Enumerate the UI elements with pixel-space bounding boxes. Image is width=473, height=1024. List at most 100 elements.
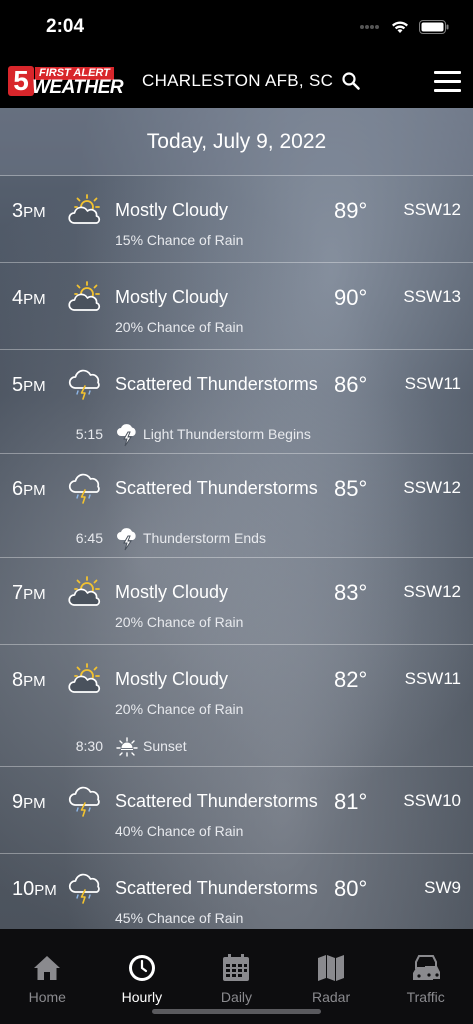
thunderstorm-cloud-icon (68, 368, 104, 400)
hour-label: 6PM (12, 478, 46, 500)
condition-text: Mostly Cloudy (115, 287, 229, 307)
battery-icon (419, 20, 449, 34)
tab-label-traffic: Traffic (406, 989, 445, 1005)
wind-speed: SSW12 (403, 582, 461, 601)
tab-label-radar: Radar (312, 989, 351, 1005)
thunderstorm-cloud-icon (68, 785, 104, 817)
weather-event: 5:15 Light Thunderstorm Begins (0, 418, 473, 453)
event-text: Thunderstorm Ends (143, 530, 266, 546)
map-icon (318, 955, 345, 981)
wind-speed: SSW11 (404, 374, 461, 393)
wind-speed: SSW10 (403, 791, 461, 810)
temperature: 81° (334, 789, 368, 814)
weather-event: 8:30 Sunset (0, 730, 473, 765)
weather-event: 6:45 Thunderstorm Ends (0, 522, 473, 557)
temperature: 85° (334, 476, 368, 501)
logo-weather: WEATHER (32, 77, 124, 98)
condition-text: Mostly Cloudy (115, 669, 229, 689)
hourly-row-main: 3PM Mostly Cloudy 89° SSW12 15% Chance of Ra… (0, 176, 473, 248)
hourly-row[interactable]: 6PM Scattered Thunderstorms 85° SSW12 6:45 Th… (0, 454, 473, 558)
hourly-row[interactable]: 5PM Scattered Thunderstorms 86° SSW11 5:15 Li… (0, 350, 473, 454)
hour-label: 7PM (12, 582, 46, 604)
wind-speed: SSW12 (403, 200, 461, 219)
tab-home[interactable]: Home (0, 929, 95, 1024)
rain-chance: 20% Chance of Rain (115, 701, 244, 717)
sunset-icon (116, 735, 138, 762)
hourly-row-main: 7PM Mostly Cloudy 83° SSW12 20% Chance of Ra… (0, 558, 473, 630)
location-label[interactable]: CHARLESTON AFB, SC (142, 71, 333, 91)
tab-label-home: Home (28, 989, 66, 1005)
event-text: Sunset (143, 738, 187, 754)
thunderstorm-cloud-icon (68, 472, 104, 504)
hourly-row[interactable]: 3PM Mostly Cloudy 89° SSW12 15% Chance of Ra… (0, 176, 473, 263)
app-header: 5 FIRST ALERT WEATHER CHARLESTON AFB, SC (0, 54, 473, 108)
partly-cloudy-sun-icon (68, 663, 104, 695)
condition-text: Scattered Thunderstorms (115, 374, 318, 394)
wind-speed: SSW13 (403, 287, 461, 306)
condition-text: Mostly Cloudy (115, 582, 229, 602)
tab-traffic[interactable]: Traffic (378, 929, 473, 1024)
condition-text: Mostly Cloudy (115, 200, 229, 220)
hourly-row-main: 6PM Scattered Thunderstorms 85° SSW12 (0, 454, 473, 522)
status-bar: 2:04 (0, 0, 473, 54)
temperature: 80° (334, 876, 368, 901)
search-icon[interactable] (341, 71, 361, 91)
condition-text: Scattered Thunderstorms (115, 791, 318, 811)
hourly-row[interactable]: 9PM Scattered Thunderstorms 81° SSW10 40% Ch… (0, 767, 473, 854)
rain-chance: 20% Chance of Rain (115, 614, 244, 630)
logo-number: 5 (8, 66, 34, 96)
event-text: Light Thunderstorm Begins (143, 426, 311, 442)
lightning-cloud-icon (116, 423, 138, 452)
station-logo[interactable]: 5 FIRST ALERT WEATHER (8, 66, 124, 98)
status-time: 2:04 (46, 16, 85, 37)
date-header: Today, July 9, 2022 (0, 108, 473, 176)
hourly-forecast-list[interactable]: Today, July 9, 2022 3PM Mostly Cloudy 89° S… (0, 108, 473, 929)
rain-chance: 15% Chance of Rain (115, 232, 244, 248)
wind-speed: SSW12 (403, 478, 461, 497)
temperature: 83° (334, 580, 368, 605)
event-time: 6:45 (75, 530, 103, 546)
partly-cloudy-sun-icon (68, 281, 104, 313)
temperature: 82° (334, 667, 368, 692)
hour-label: 5PM (12, 374, 46, 396)
partly-cloudy-sun-icon (68, 194, 104, 226)
hourly-row[interactable]: 10PM Scattered Thunderstorms 80° SW9 45% Cha… (0, 854, 473, 929)
tab-label-daily: Daily (220, 989, 253, 1005)
hour-label: 10PM (12, 878, 57, 900)
home-indicator[interactable] (152, 1009, 321, 1014)
hourly-row[interactable]: 4PM Mostly Cloudy 90° SSW13 20% Chance of Ra… (0, 263, 473, 350)
rain-chance: 40% Chance of Rain (115, 823, 244, 839)
signal-icon (360, 25, 379, 29)
hourly-row[interactable]: 8PM Mostly Cloudy 82° SSW11 20% Chance of Ra… (0, 645, 473, 767)
status-icons (359, 20, 449, 34)
condition-text: Scattered Thunderstorms (115, 478, 318, 498)
wifi-icon (392, 21, 408, 33)
tab-label-hourly: Hourly (121, 989, 163, 1005)
hourly-row-main: 8PM Mostly Cloudy 82° SSW11 20% Chance of Ra… (0, 645, 473, 717)
hamburger-menu-icon[interactable] (434, 70, 461, 92)
traffic-icon (412, 955, 440, 980)
lightning-cloud-icon (116, 527, 138, 556)
temperature: 90° (334, 285, 368, 310)
hourly-row-main: 9PM Scattered Thunderstorms 81° SSW10 40% Ch… (0, 767, 473, 839)
temperature: 86° (334, 372, 368, 397)
hour-label: 8PM (12, 669, 46, 691)
hourly-row-main: 10PM Scattered Thunderstorms 80° SW9 45% Cha… (0, 854, 473, 926)
partly-cloudy-sun-icon (68, 576, 104, 608)
hourly-row-main: 4PM Mostly Cloudy 90° SSW13 20% Chance of Ra… (0, 263, 473, 335)
hourly-row[interactable]: 7PM Mostly Cloudy 83° SSW12 20% Chance of Ra… (0, 558, 473, 645)
wind-speed: SW9 (424, 878, 461, 897)
wind-speed: SSW11 (404, 669, 461, 688)
hour-label: 4PM (12, 287, 46, 309)
home-icon (34, 956, 61, 980)
temperature: 89° (334, 198, 368, 223)
hour-label: 9PM (12, 791, 46, 813)
event-time: 8:30 (75, 738, 103, 754)
rain-chance: 45% Chance of Rain (115, 910, 244, 926)
event-time: 5:15 (75, 426, 103, 442)
calendar-icon (223, 954, 250, 981)
hourly-row-main: 5PM Scattered Thunderstorms 86° SSW11 (0, 350, 473, 418)
condition-text: Scattered Thunderstorms (115, 878, 318, 898)
thunderstorm-cloud-icon (68, 872, 104, 904)
hour-label: 3PM (12, 200, 46, 222)
